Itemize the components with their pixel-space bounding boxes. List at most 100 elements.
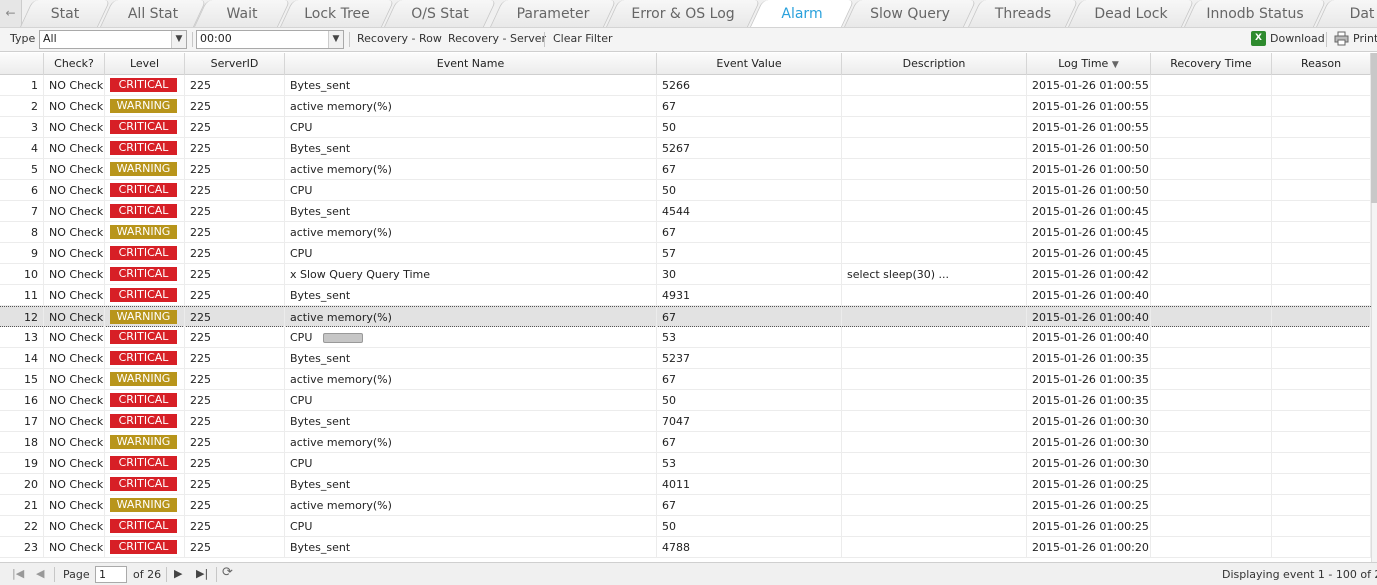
- drag-handle[interactable]: [323, 333, 363, 343]
- level-cell: CRITICAL: [105, 138, 185, 159]
- table-row[interactable]: 15 NO Check WARNING 225 active memory(%) 67 20…: [0, 369, 1371, 390]
- row-number: 17: [0, 411, 44, 432]
- tab-alarm[interactable]: Alarm: [749, 0, 855, 27]
- table-row[interactable]: 8 NO Check WARNING 225 active memory(%) 67 201…: [0, 222, 1371, 243]
- event-value-cell: 67: [657, 222, 842, 243]
- table-row[interactable]: 9 NO Check CRITICAL 225 CPU 57 2015-01-26 01:0…: [0, 243, 1371, 264]
- toolbar-divider: [192, 32, 193, 47]
- grid-header: Check? Level ServerID Event Name Event V…: [0, 53, 1377, 75]
- tab-parameter[interactable]: Parameter: [489, 0, 617, 27]
- toolbar: Type All ▼ 00:00 ▼ Recovery - Row Recove…: [0, 28, 1377, 52]
- log-time-cell: 2015-01-26 01:00:30: [1027, 411, 1151, 432]
- table-row[interactable]: 17 NO Check CRITICAL 225 Bytes_sent 7047 2015-…: [0, 411, 1371, 432]
- log-time-cell: 2015-01-26 01:00:55: [1027, 75, 1151, 96]
- description-cell: [842, 201, 1027, 222]
- table-row[interactable]: 19 NO Check CRITICAL 225 CPU 53 2015-01-26 01:…: [0, 453, 1371, 474]
- tab-scroll-left-icon[interactable]: ←: [0, 0, 22, 27]
- table-row[interactable]: 23 NO Check CRITICAL 225 Bytes_sent 4788 2015-…: [0, 537, 1371, 558]
- recovery-row-button[interactable]: Recovery - Row: [357, 32, 442, 45]
- tab-innodb-status[interactable]: Innodb Status: [1183, 0, 1327, 27]
- tab-o-s-stat[interactable]: O/S Stat: [383, 0, 497, 27]
- event-name-cell: CPU: [285, 243, 657, 264]
- log-time-cell: 2015-01-26 01:00:45: [1027, 243, 1151, 264]
- row-number: 8: [0, 222, 44, 243]
- event-value-cell: 67: [657, 96, 842, 117]
- description-cell: select sleep(30) ...: [842, 264, 1027, 285]
- refresh-icon[interactable]: ⟳: [222, 565, 233, 580]
- tab-slow-query[interactable]: Slow Query: [843, 0, 977, 27]
- tab-dat[interactable]: Dat: [1315, 0, 1377, 27]
- table-row[interactable]: 11 NO Check CRITICAL 225 Bytes_sent 4931 2015-…: [0, 285, 1371, 306]
- table-row[interactable]: 13 NO Check CRITICAL 225 CPU 53 2015-01-26 01:…: [0, 327, 1371, 348]
- table-row[interactable]: 12 NO Check WARNING 225 active memory(%) 67 20…: [0, 306, 1371, 328]
- tab-error-os-log[interactable]: Error & OS Log: [605, 0, 761, 27]
- serverid-cell: 225: [185, 264, 285, 285]
- header-log-time[interactable]: Log Time ▼: [1027, 53, 1151, 75]
- table-row[interactable]: 10 NO Check CRITICAL 225 x Slow Query Query …: [0, 264, 1371, 285]
- reason-cell: [1272, 516, 1371, 537]
- header-event-name[interactable]: Event Name: [285, 53, 657, 75]
- level-cell: CRITICAL: [105, 75, 185, 96]
- reason-cell: [1272, 369, 1371, 390]
- level-cell: WARNING: [105, 495, 185, 516]
- vertical-scrollbar[interactable]: [1371, 53, 1377, 562]
- table-row[interactable]: 4 NO Check CRITICAL 225 Bytes_sent 5267 2015-0…: [0, 138, 1371, 159]
- tab-all-stat[interactable]: All Stat: [99, 0, 207, 27]
- reason-cell: [1272, 159, 1371, 180]
- header-recovery-time[interactable]: Recovery Time: [1151, 53, 1272, 75]
- tab-threads[interactable]: Threads: [967, 0, 1079, 27]
- table-row[interactable]: 5 NO Check WARNING 225 active memory(%) 67 201…: [0, 159, 1371, 180]
- table-row[interactable]: 2 NO Check WARNING 225 active memory(%) 67 201…: [0, 96, 1371, 117]
- check-cell: NO Check: [44, 75, 105, 96]
- recovery-time-cell: [1151, 201, 1272, 222]
- recovery-time-cell: [1151, 495, 1272, 516]
- last-page-icon[interactable]: ▶|: [196, 567, 208, 580]
- table-row[interactable]: 1 NO Check CRITICAL 225 Bytes_sent 5266 2015-0…: [0, 75, 1371, 96]
- level-cell: CRITICAL: [105, 201, 185, 222]
- recovery-server-button[interactable]: Recovery - Server: [448, 32, 546, 45]
- table-row[interactable]: 16 NO Check CRITICAL 225 CPU 50 2015-01-26 01:…: [0, 390, 1371, 411]
- row-number: 12: [0, 307, 44, 328]
- level-badge: CRITICAL: [110, 330, 177, 344]
- table-row[interactable]: 18 NO Check WARNING 225 active memory(%) 67 20…: [0, 432, 1371, 453]
- time-select[interactable]: 00:00 ▼: [196, 30, 344, 49]
- table-row[interactable]: 14 NO Check CRITICAL 225 Bytes_sent 5237 2015-…: [0, 348, 1371, 369]
- type-select[interactable]: All ▼: [39, 30, 187, 49]
- header-level[interactable]: Level: [105, 53, 185, 75]
- tab-dead-lock[interactable]: Dead Lock: [1067, 0, 1195, 27]
- recovery-time-cell: [1151, 285, 1272, 306]
- header-serverid[interactable]: ServerID: [185, 53, 285, 75]
- print-button[interactable]: Print: [1353, 32, 1377, 45]
- next-page-icon[interactable]: ▶: [174, 567, 182, 580]
- scrollbar-thumb[interactable]: [1371, 53, 1377, 203]
- recovery-time-cell: [1151, 453, 1272, 474]
- check-cell: NO Check: [44, 159, 105, 180]
- header-check[interactable]: Check?: [44, 53, 105, 75]
- level-cell: WARNING: [105, 96, 185, 117]
- page-input[interactable]: 1: [95, 566, 127, 583]
- table-row[interactable]: 3 NO Check CRITICAL 225 CPU 50 2015-01-26 01:0…: [0, 117, 1371, 138]
- description-cell: [842, 243, 1027, 264]
- table-row[interactable]: 7 NO Check CRITICAL 225 Bytes_sent 4544 2015-0…: [0, 201, 1371, 222]
- table-row[interactable]: 20 NO Check CRITICAL 225 Bytes_sent 4011 2015-…: [0, 474, 1371, 495]
- serverid-cell: 225: [185, 285, 285, 306]
- table-row[interactable]: 21 NO Check WARNING 225 active memory(%) 67 20…: [0, 495, 1371, 516]
- log-time-cell: 2015-01-26 01:00:55: [1027, 117, 1151, 138]
- table-row[interactable]: 6 NO Check CRITICAL 225 CPU 50 2015-01-26 01:0…: [0, 180, 1371, 201]
- log-time-cell: 2015-01-26 01:00:35: [1027, 390, 1151, 411]
- tab-lock-tree[interactable]: Lock Tree: [279, 0, 395, 27]
- tab-label: Stat: [50, 6, 80, 22]
- header-event-value[interactable]: Event Value: [657, 53, 842, 75]
- header-reason[interactable]: Reason: [1272, 53, 1371, 75]
- download-button[interactable]: Download: [1270, 32, 1325, 45]
- header-description[interactable]: Description: [842, 53, 1027, 75]
- serverid-cell: 225: [185, 159, 285, 180]
- tab-wait[interactable]: Wait: [193, 0, 291, 27]
- serverid-cell: 225: [185, 222, 285, 243]
- clear-filter-button[interactable]: Clear Filter: [553, 32, 613, 45]
- tab-stat[interactable]: Stat: [19, 0, 111, 27]
- prev-page-icon[interactable]: ◀: [36, 567, 44, 580]
- table-row[interactable]: 22 NO Check CRITICAL 225 CPU 50 2015-01-26 01:…: [0, 516, 1371, 537]
- recovery-time-cell: [1151, 390, 1272, 411]
- first-page-icon[interactable]: |◀: [12, 567, 24, 580]
